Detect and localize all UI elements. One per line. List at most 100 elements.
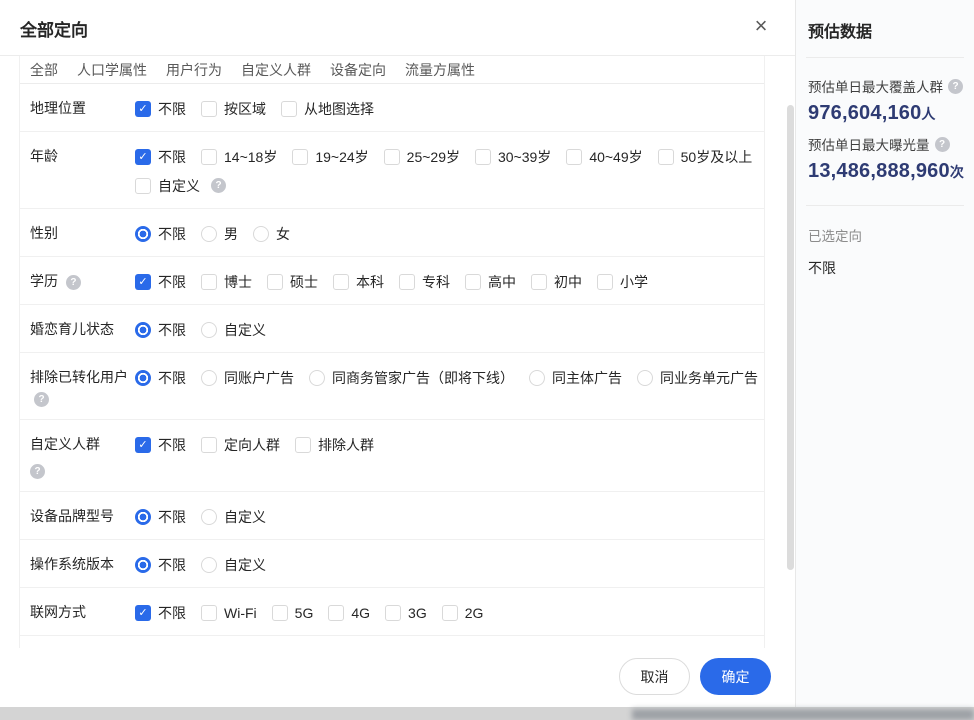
radio-option[interactable]: 同账户广告: [201, 368, 294, 388]
vertical-scrollbar[interactable]: [787, 105, 794, 570]
tab-1[interactable]: 人口学属性: [77, 60, 147, 80]
radio-option[interactable]: 不限: [135, 507, 186, 527]
checkbox-unchecked-icon[interactable]: [295, 437, 311, 453]
checkbox-option[interactable]: 按区域: [201, 99, 266, 119]
radio-checked-icon[interactable]: [135, 322, 151, 338]
radio-unchecked-icon[interactable]: [201, 509, 217, 525]
checkbox-option[interactable]: 4G: [328, 605, 370, 621]
close-icon[interactable]: ×: [747, 12, 775, 40]
confirm-button[interactable]: 确定: [700, 658, 771, 695]
radio-option[interactable]: 自定义: [201, 320, 266, 340]
checkbox-option[interactable]: 初中: [531, 272, 582, 292]
help-icon[interactable]: ?: [948, 79, 963, 94]
radio-unchecked-icon[interactable]: [201, 322, 217, 338]
radio-option[interactable]: 不限: [135, 555, 186, 575]
checkbox-option[interactable]: ✓不限: [135, 147, 186, 167]
checkbox-option[interactable]: 30~39岁: [475, 147, 551, 167]
checkbox-option[interactable]: 19~24岁: [292, 147, 368, 167]
checkbox-option[interactable]: 14~18岁: [201, 147, 277, 167]
radio-option[interactable]: 女: [253, 224, 290, 244]
radio-unchecked-icon[interactable]: [637, 370, 653, 386]
checkbox-option[interactable]: 50岁及以上: [658, 147, 753, 167]
radio-option[interactable]: 不限: [135, 320, 186, 340]
radio-option[interactable]: 自定义: [201, 507, 266, 527]
checkbox-unchecked-icon[interactable]: [475, 149, 491, 165]
checkbox-checked-icon[interactable]: ✓: [135, 274, 151, 290]
checkbox-option[interactable]: Wi-Fi: [201, 605, 257, 621]
checkbox-option[interactable]: 5G: [272, 605, 314, 621]
checkbox-option[interactable]: ✓不限: [135, 603, 186, 623]
checkbox-unchecked-icon[interactable]: [597, 274, 613, 290]
checkbox-option[interactable]: 25~29岁: [384, 147, 460, 167]
radio-option[interactable]: 同主体广告: [529, 368, 622, 388]
checkbox-unchecked-icon[interactable]: [531, 274, 547, 290]
checkbox-option[interactable]: ✓不限: [135, 435, 186, 455]
checkbox-unchecked-icon[interactable]: [658, 149, 674, 165]
checkbox-unchecked-icon[interactable]: [201, 274, 217, 290]
tab-0[interactable]: 全部: [30, 60, 58, 80]
checkbox-option[interactable]: 高中: [465, 272, 516, 292]
checkbox-unchecked-icon[interactable]: [292, 149, 308, 165]
radio-unchecked-icon[interactable]: [309, 370, 325, 386]
checkbox-option[interactable]: 40~49岁: [566, 147, 642, 167]
checkbox-option[interactable]: ✓不限: [135, 272, 186, 292]
checkbox-option[interactable]: 博士: [201, 272, 252, 292]
radio-unchecked-icon[interactable]: [529, 370, 545, 386]
cancel-button[interactable]: 取消: [619, 658, 690, 695]
checkbox-unchecked-icon[interactable]: [201, 101, 217, 117]
radio-unchecked-icon[interactable]: [253, 226, 269, 242]
radio-unchecked-icon[interactable]: [201, 226, 217, 242]
checkbox-option[interactable]: 从地图选择: [281, 99, 374, 119]
checkbox-unchecked-icon[interactable]: [328, 605, 344, 621]
radio-unchecked-icon[interactable]: [201, 370, 217, 386]
tab-2[interactable]: 用户行为: [166, 60, 222, 80]
checkbox-option[interactable]: 硕士: [267, 272, 318, 292]
checkbox-unchecked-icon[interactable]: [465, 274, 481, 290]
checkbox-unchecked-icon[interactable]: [384, 149, 400, 165]
checkbox-unchecked-icon[interactable]: [201, 149, 217, 165]
help-icon[interactable]: ?: [34, 392, 49, 407]
checkbox-option[interactable]: 专科: [399, 272, 450, 292]
radio-option[interactable]: 不限: [135, 224, 186, 244]
radio-option[interactable]: 同商务管家广告（即将下线）: [309, 368, 514, 388]
checkbox-unchecked-icon[interactable]: [399, 274, 415, 290]
checkbox-checked-icon[interactable]: ✓: [135, 101, 151, 117]
radio-checked-icon[interactable]: [135, 509, 151, 525]
checkbox-option[interactable]: ✓不限: [135, 99, 186, 119]
checkbox-unchecked-icon[interactable]: [281, 101, 297, 117]
checkbox-unchecked-icon[interactable]: [135, 178, 151, 194]
tab-3[interactable]: 自定义人群: [241, 60, 311, 80]
radio-checked-icon[interactable]: [135, 370, 151, 386]
help-icon[interactable]: ?: [66, 275, 81, 290]
checkbox-option[interactable]: 小学: [597, 272, 648, 292]
checkbox-unchecked-icon[interactable]: [201, 437, 217, 453]
radio-option[interactable]: 男: [201, 224, 238, 244]
radio-checked-icon[interactable]: [135, 226, 151, 242]
checkbox-unchecked-icon[interactable]: [566, 149, 582, 165]
radio-option[interactable]: 自定义: [201, 555, 266, 575]
checkbox-checked-icon[interactable]: ✓: [135, 437, 151, 453]
checkbox-option[interactable]: 自定义?: [135, 176, 226, 196]
help-icon[interactable]: ?: [935, 137, 950, 152]
help-icon[interactable]: ?: [30, 464, 45, 479]
checkbox-unchecked-icon[interactable]: [333, 274, 349, 290]
radio-unchecked-icon[interactable]: [201, 557, 217, 573]
help-icon[interactable]: ?: [211, 178, 226, 193]
checkbox-unchecked-icon[interactable]: [272, 605, 288, 621]
checkbox-unchecked-icon[interactable]: [267, 274, 283, 290]
radio-option[interactable]: 同业务单元广告: [637, 368, 758, 388]
checkbox-unchecked-icon[interactable]: [442, 605, 458, 621]
checkbox-option[interactable]: 2G: [442, 605, 484, 621]
radio-option[interactable]: 不限: [135, 368, 186, 388]
tab-4[interactable]: 设备定向: [330, 60, 386, 80]
checkbox-checked-icon[interactable]: ✓: [135, 605, 151, 621]
checkbox-unchecked-icon[interactable]: [385, 605, 401, 621]
radio-checked-icon[interactable]: [135, 557, 151, 573]
checkbox-option[interactable]: 3G: [385, 605, 427, 621]
checkbox-option[interactable]: 排除人群: [295, 435, 374, 455]
checkbox-checked-icon[interactable]: ✓: [135, 149, 151, 165]
checkbox-option[interactable]: 定向人群: [201, 435, 280, 455]
tab-5[interactable]: 流量方属性: [405, 60, 475, 80]
checkbox-unchecked-icon[interactable]: [201, 605, 217, 621]
checkbox-option[interactable]: 本科: [333, 272, 384, 292]
